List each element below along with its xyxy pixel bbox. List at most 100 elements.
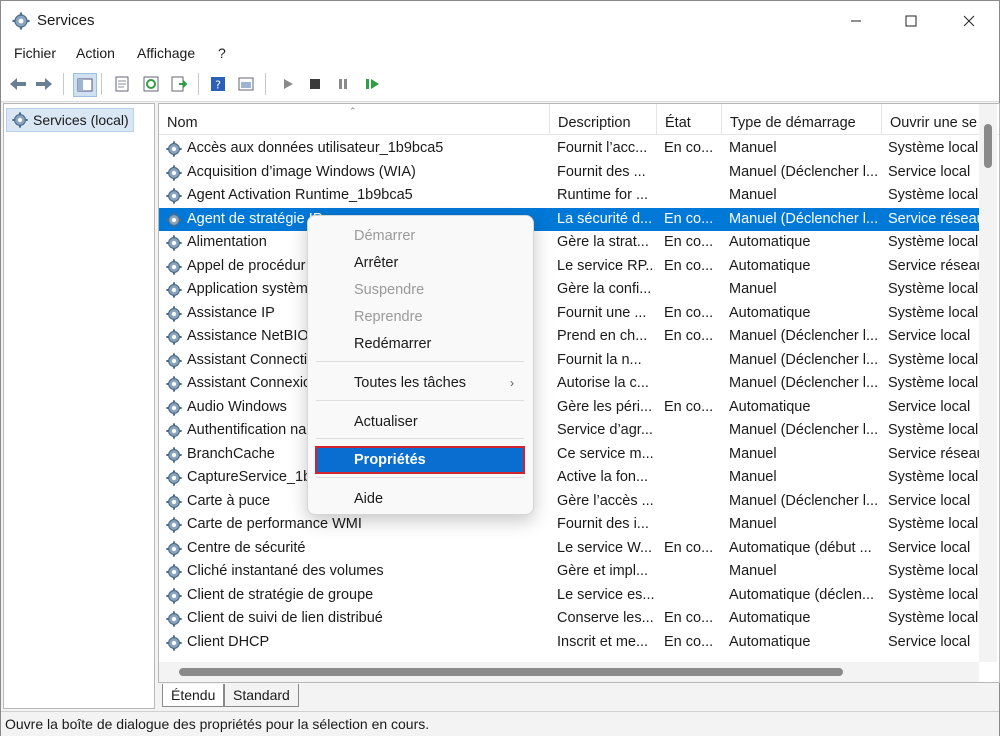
close-button[interactable] bbox=[944, 1, 994, 41]
refresh-button[interactable] bbox=[140, 73, 162, 95]
service-startup-type: Automatique bbox=[729, 633, 811, 650]
context-menu: Démarrer Arrêter Suspendre Reprendre Redémar… bbox=[307, 215, 534, 515]
vertical-scroll-thumb[interactable] bbox=[984, 124, 992, 168]
table-row[interactable]: Carte de performance WMI Fournit des i...… bbox=[159, 513, 979, 537]
table-row[interactable]: Centre de sécurité Le service W... En co..… bbox=[159, 537, 979, 561]
table-row[interactable]: Client de stratégie de groupe Le service … bbox=[159, 584, 979, 608]
tree-node-services-local[interactable]: Services (local) bbox=[6, 108, 134, 132]
service-startup-type: Automatique bbox=[729, 304, 811, 321]
horizontal-scrollbar[interactable] bbox=[159, 662, 979, 682]
table-row[interactable]: Assistant Connecti Fournit la n... Manuel … bbox=[159, 349, 979, 373]
context-menu-item-proprietes[interactable]: Propriétés bbox=[315, 446, 525, 474]
service-logon: Système local bbox=[888, 304, 979, 321]
service-description: Ce service m... bbox=[557, 445, 654, 462]
context-menu-item-actualiser[interactable]: Actualiser bbox=[316, 409, 524, 435]
table-row[interactable]: Application systèm Gère la confi... Manuel… bbox=[159, 278, 979, 302]
table-row[interactable]: Client de suivi de lien distribué Conserv… bbox=[159, 607, 979, 631]
console-tree: Services (local) bbox=[3, 103, 155, 709]
gear-icon bbox=[165, 634, 183, 652]
show-tree-button[interactable] bbox=[73, 73, 97, 97]
service-description: Gère les péri... bbox=[557, 398, 653, 415]
service-logon: Système local bbox=[888, 469, 979, 485]
close-icon bbox=[963, 15, 975, 27]
tab-standard[interactable]: Standard bbox=[224, 684, 299, 707]
context-menu-label: Reprendre bbox=[354, 309, 423, 325]
context-menu-separator bbox=[316, 361, 524, 362]
service-startup-type: Manuel (Déclencher l... bbox=[729, 210, 879, 227]
table-row[interactable]: CaptureService_1b Active la fon... Manuel S… bbox=[159, 466, 979, 490]
gear-icon bbox=[165, 375, 183, 393]
view-icon bbox=[238, 77, 254, 91]
service-startup-type: Manuel bbox=[729, 563, 777, 579]
back-button[interactable] bbox=[7, 73, 29, 95]
service-description: Gère et impl... bbox=[557, 563, 649, 579]
service-description: Fournit la n... bbox=[557, 351, 642, 368]
view-button[interactable] bbox=[235, 73, 257, 95]
table-row[interactable]: Audio Windows Gère les péri... En co... Aut… bbox=[159, 396, 979, 420]
service-description: Active la fon... bbox=[557, 469, 649, 485]
start-service-button[interactable] bbox=[277, 73, 299, 95]
table-row[interactable]: Appel de procédur Le service RP... En co..… bbox=[159, 255, 980, 279]
table-row[interactable]: Agent Activation Runtime_1b9bca5 Runtime … bbox=[159, 184, 979, 208]
vertical-scrollbar[interactable] bbox=[979, 104, 997, 662]
maximize-icon bbox=[905, 15, 917, 27]
service-state: En co... bbox=[664, 234, 714, 250]
context-menu-label: Actualiser bbox=[354, 414, 418, 430]
table-row[interactable]: Carte à puce Gère l’accès ... Manuel (Décl… bbox=[159, 490, 979, 514]
tab-etendu[interactable]: Étendu bbox=[162, 684, 225, 707]
service-logon: Système local bbox=[888, 187, 979, 203]
maximize-button[interactable] bbox=[886, 1, 936, 41]
context-menu-item-demarrer[interactable]: Démarrer bbox=[316, 223, 524, 249]
context-menu-item-reprendre[interactable]: Reprendre bbox=[316, 304, 524, 330]
table-row[interactable]: Assistance IP Fournit une ... En co... Auto… bbox=[159, 302, 979, 326]
gear-icon bbox=[165, 211, 183, 229]
service-startup-type: Automatique bbox=[729, 257, 811, 274]
pause-service-button[interactable] bbox=[332, 73, 354, 95]
table-row[interactable]: BranchCache Ce service m... Manuel Service … bbox=[159, 443, 980, 467]
table-row[interactable]: Cliché instantané des volumes Gère et imp… bbox=[159, 560, 979, 584]
service-logon: Service local bbox=[888, 539, 971, 556]
context-menu-item-arreter[interactable]: Arrêter bbox=[316, 250, 524, 276]
table-row[interactable]: Assistant Connexic Autorise la c... Manuel… bbox=[159, 372, 979, 396]
sort-ascending-icon: ⌃ bbox=[349, 106, 357, 116]
context-menu-separator bbox=[316, 477, 524, 478]
service-description: Prend en ch... bbox=[557, 328, 648, 344]
table-row[interactable]: Alimentation Gère la strat... En co... Auto… bbox=[159, 231, 979, 255]
play-icon bbox=[284, 79, 293, 89]
export-list-button[interactable] bbox=[168, 73, 190, 95]
restart-service-button[interactable] bbox=[361, 73, 383, 95]
properties-toolbar-button[interactable] bbox=[111, 73, 133, 95]
stop-service-button[interactable] bbox=[304, 73, 326, 95]
minimize-button[interactable] bbox=[831, 1, 881, 41]
forward-button[interactable] bbox=[33, 73, 55, 95]
menu-fichier[interactable]: Fichier bbox=[14, 45, 56, 61]
service-logon: Système local bbox=[888, 610, 979, 626]
table-row[interactable]: Agent de stratégie IP La sécurité d... En … bbox=[159, 207, 980, 231]
menu-action[interactable]: Action bbox=[76, 45, 115, 61]
window-title: Services bbox=[37, 12, 95, 29]
context-menu-item-suspendre[interactable]: Suspendre bbox=[316, 277, 524, 303]
context-menu-item-aide[interactable]: Aide bbox=[316, 486, 524, 512]
service-startup-type: Manuel (Déclencher l... bbox=[729, 422, 879, 438]
context-menu-item-toutes-les-taches[interactable]: Toutes les tâches › bbox=[316, 370, 524, 396]
service-name: Client de suivi de lien distribué bbox=[187, 610, 383, 626]
table-row[interactable]: Acquisition d’image Windows (WIA) Fournit… bbox=[159, 161, 979, 185]
context-menu-label: Aide bbox=[354, 491, 384, 507]
gear-icon bbox=[165, 493, 183, 511]
context-menu-item-redemarrer[interactable]: Redémarrer bbox=[316, 331, 524, 357]
column-header-type-demarrage[interactable]: Type de démarrage bbox=[722, 104, 882, 134]
pause-icon bbox=[339, 79, 347, 89]
service-name: Cliché instantané des volumes bbox=[187, 563, 384, 579]
service-name: Agent Activation Runtime_1b9bca5 bbox=[187, 187, 413, 203]
column-header-description[interactable]: Description bbox=[550, 104, 657, 134]
horizontal-scroll-thumb[interactable] bbox=[179, 668, 843, 676]
column-header-etat[interactable]: État bbox=[657, 104, 722, 134]
table-row[interactable]: Assistance NetBIOS Prend en ch... En co...… bbox=[159, 325, 979, 349]
service-description: Service d’agr... bbox=[557, 422, 653, 438]
help-button[interactable]: ? bbox=[207, 73, 229, 95]
menu-affichage[interactable]: Affichage bbox=[137, 45, 195, 61]
table-row[interactable]: Authentification na Service d’agr... Manue… bbox=[159, 419, 979, 443]
table-row[interactable]: Client DHCP Inscrit et me... En co... Autom… bbox=[159, 631, 979, 655]
menu-help[interactable]: ? bbox=[218, 45, 226, 61]
table-row[interactable]: Accès aux données utilisateur_1b9bca5 Fou… bbox=[159, 137, 979, 161]
